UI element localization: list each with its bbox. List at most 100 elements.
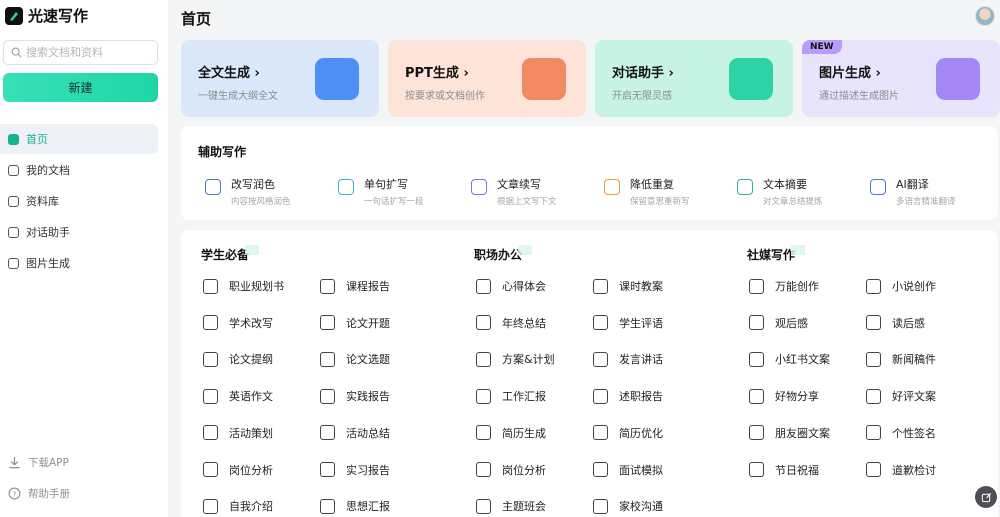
template-item[interactable]: 家校沟通 <box>593 498 708 514</box>
card-full-text[interactable]: 全文生成 › 一键生成大纲全文 <box>181 40 379 117</box>
template-item[interactable]: 主题班会 <box>476 498 591 514</box>
template-item[interactable]: 万能创作 <box>749 278 864 294</box>
template-icon <box>866 278 881 294</box>
new-button[interactable]: 新建 <box>3 73 158 102</box>
avatar[interactable] <box>975 6 995 26</box>
template-item[interactable]: 职业规划书 <box>203 278 318 294</box>
template-item[interactable]: 论文开题 <box>320 315 435 331</box>
template-label: 面试模拟 <box>619 463 663 477</box>
template-item[interactable]: 活动总结 <box>320 425 435 441</box>
sidebar-item-image[interactable]: 图片生成 <box>0 248 158 278</box>
template-icon <box>320 462 335 477</box>
template-item[interactable]: 思想汇报 <box>320 498 435 514</box>
sidebar-item-label: 图片生成 <box>26 257 70 270</box>
template-item[interactable]: 朋友圈文案 <box>749 425 864 441</box>
template-label: 道歉检讨 <box>892 463 936 477</box>
template-item[interactable]: 学术改写 <box>203 315 318 331</box>
logo-icon <box>5 6 23 25</box>
template-item[interactable]: 心得体会 <box>476 278 591 294</box>
card-image[interactable]: NEW 图片生成 › 通过描述生成图片 <box>802 40 1000 117</box>
home-icon <box>8 133 19 145</box>
page-title: 首页 <box>181 10 212 28</box>
aux-item-name: 降低重复 <box>630 178 674 191</box>
sidebar-item-my-docs[interactable]: 我的文档 <box>0 155 158 185</box>
template-item[interactable]: 面试模拟 <box>593 462 708 478</box>
template-icon <box>203 388 218 404</box>
template-item[interactable]: 发言讲话 <box>593 351 708 367</box>
template-item[interactable]: 岗位分析 <box>203 462 318 478</box>
sidebar-item-library[interactable]: 资料库 <box>0 186 158 216</box>
template-item[interactable]: 道歉检讨 <box>866 462 981 478</box>
template-label: 简历生成 <box>502 426 546 440</box>
template-item[interactable]: 简历优化 <box>593 425 708 441</box>
template-item[interactable]: 小红书文案 <box>749 351 864 367</box>
aux-item[interactable]: 文本摘要 对文章总结提炼 <box>737 176 870 207</box>
search-box[interactable] <box>3 40 158 65</box>
template-icon <box>866 315 881 331</box>
template-item[interactable]: 课时教案 <box>593 278 708 294</box>
template-item[interactable]: 实践报告 <box>320 388 435 404</box>
app-logo[interactable]: 光速写作 <box>5 5 88 26</box>
template-item[interactable]: 论文提纲 <box>203 351 318 367</box>
aux-item-desc: 内容按风格润色 <box>231 197 291 207</box>
template-label: 课时教案 <box>619 280 663 293</box>
template-item[interactable]: 新闻稿件 <box>866 351 981 367</box>
edit-icon <box>981 492 991 502</box>
card-chat[interactable]: 对话助手 › 开启无限灵感 <box>595 40 793 117</box>
template-icon <box>320 388 335 404</box>
template-item[interactable]: 好评文案 <box>866 388 981 404</box>
template-item[interactable]: 简历生成 <box>476 425 591 441</box>
template-icon <box>749 278 764 294</box>
aux-item-name: 单句扩写 <box>364 178 408 191</box>
help-link[interactable]: ? 帮助手册 <box>8 486 70 501</box>
aux-item[interactable]: 单句扩写 一句话扩写一段 <box>338 176 471 207</box>
help-label: 帮助手册 <box>28 488 70 500</box>
template-item[interactable]: 方案&计划 <box>476 351 591 367</box>
template-label: 实践报告 <box>346 390 390 404</box>
template-item[interactable]: 好物分享 <box>749 388 864 404</box>
template-item[interactable]: 述职报告 <box>593 388 708 404</box>
sidebar-item-label: 我的文档 <box>26 164 70 177</box>
sidebar-item-chat[interactable]: 对话助手 <box>0 217 158 247</box>
edit-fab[interactable] <box>975 486 997 508</box>
template-item[interactable]: 实习报告 <box>320 462 435 478</box>
template-item[interactable]: 节日祝福 <box>749 462 864 478</box>
aux-tool-icon <box>338 179 354 195</box>
template-icon <box>593 425 608 441</box>
category-panel: 学生必备 职业规划书 课程报告 学术改写 论文开题 论文提纲 论文选题 英语作文 实践报告 活动策… <box>181 230 998 517</box>
aux-item[interactable]: 降低重复 保留意思重新写 <box>604 176 737 207</box>
card-ppt[interactable]: PPT生成 › 按要求或文档创作 <box>388 40 586 117</box>
template-item[interactable]: 工作汇报 <box>476 388 591 404</box>
template-item[interactable]: 小说创作 <box>866 278 981 294</box>
aux-item[interactable]: 改写润色 内容按风格润色 <box>205 176 338 207</box>
template-label: 课程报告 <box>346 280 390 293</box>
template-item[interactable]: 个性签名 <box>866 425 981 441</box>
aux-list: 改写润色 内容按风格润色 单句扩写 一句话扩写一段 文章续写 根据上文写下文 降低重复 保留意… <box>205 176 1000 207</box>
template-icon <box>203 315 218 331</box>
template-item[interactable]: 英语作文 <box>203 388 318 404</box>
template-item[interactable]: 论文选题 <box>320 351 435 367</box>
template-item[interactable]: 观后感 <box>749 315 864 331</box>
template-label: 学生评语 <box>619 316 663 330</box>
template-item[interactable]: 学生评语 <box>593 315 708 331</box>
download-app-link[interactable]: 下载APP <box>8 455 69 470</box>
template-item[interactable]: 自我介绍 <box>203 498 318 514</box>
aux-item-name: 文本摘要 <box>763 178 807 191</box>
category-column: 学生必备 职业规划书 课程报告 学术改写 论文开题 论文提纲 论文选题 英语作文 实践报告 活动策… <box>201 245 390 514</box>
download-label: 下载APP <box>28 457 69 469</box>
sidebar-item-label: 对话助手 <box>26 226 70 239</box>
category-column: 社媒写作 万能创作 小说创作 观后感 读后感 小红书文案 新闻稿件 好物分享 好评文案 朋友圈文案… <box>747 245 936 477</box>
template-icon <box>866 425 881 441</box>
template-item[interactable]: 读后感 <box>866 315 981 331</box>
aux-writing-panel: 辅助写作 改写润色 内容按风格润色 单句扩写 一句话扩写一段 文章续写 根据上文写下文 降低… <box>181 126 998 220</box>
template-label: 工作汇报 <box>502 390 546 404</box>
template-item[interactable]: 岗位分析 <box>476 462 591 478</box>
sidebar-item-home[interactable]: 首页 <box>0 124 158 154</box>
template-item[interactable]: 课程报告 <box>320 278 435 294</box>
template-item[interactable]: 活动策划 <box>203 425 318 441</box>
search-input[interactable] <box>26 46 146 59</box>
template-item[interactable]: 年终总结 <box>476 315 591 331</box>
aux-item[interactable]: 文章续写 根据上文写下文 <box>471 176 604 207</box>
template-label: 岗位分析 <box>502 463 546 477</box>
aux-item[interactable]: AI翻译 多语言精准翻译 <box>870 176 1000 207</box>
